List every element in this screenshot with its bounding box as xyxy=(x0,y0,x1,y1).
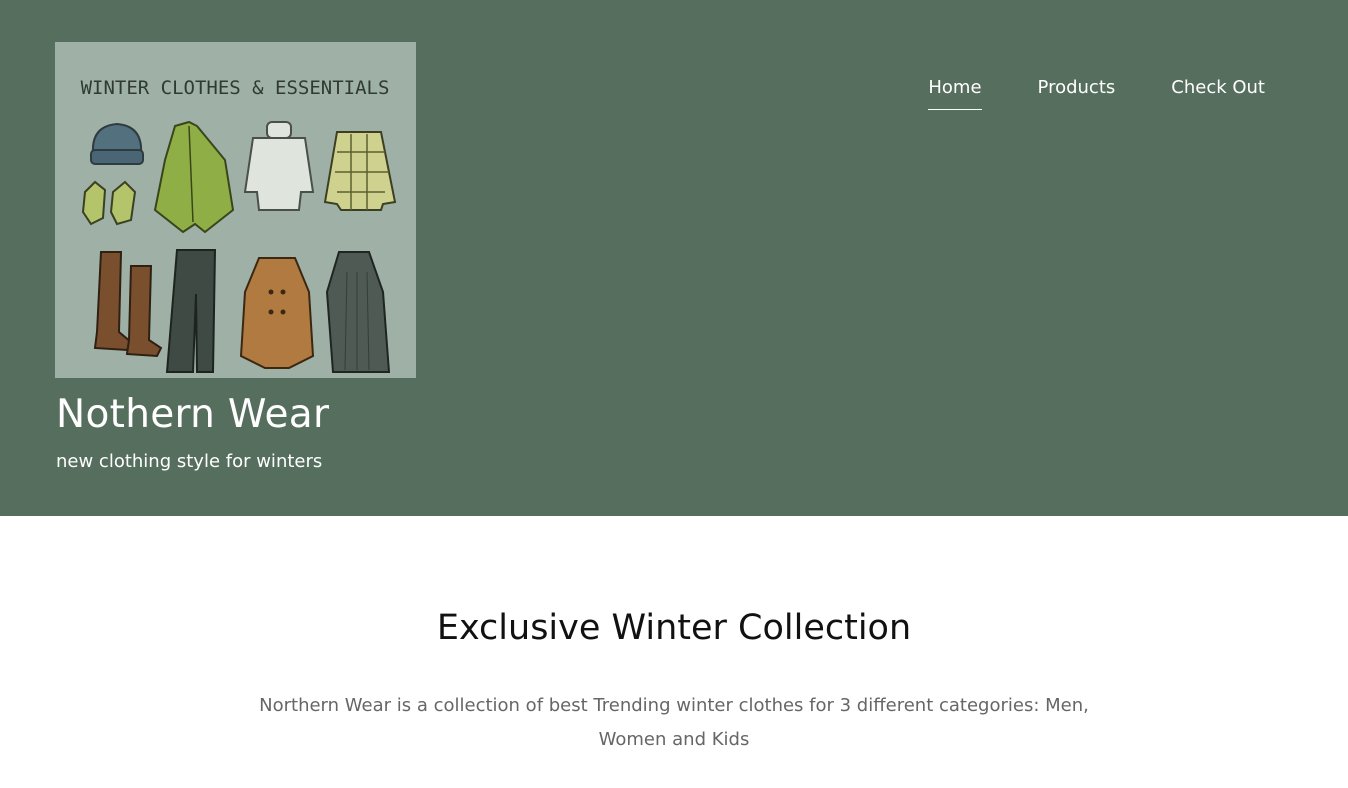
logo-image[interactable]: WINTER CLOTHES & ESSENTIALS xyxy=(55,42,416,378)
nav-products-link[interactable]: Products xyxy=(1038,77,1116,110)
site-header: WINTER CLOTHES & ESSENTIALS Nothern Wear… xyxy=(0,0,1348,516)
nav-home-link[interactable]: Home xyxy=(928,77,982,110)
collection-title: Exclusive Winter Collection xyxy=(436,608,912,648)
site-title: Nothern Wear xyxy=(56,392,330,437)
collection-description: Northern Wear is a collection of best Tr… xyxy=(259,695,1089,750)
coat-icon xyxy=(239,257,315,369)
site-tagline: new clothing style for winters xyxy=(56,451,323,472)
main-nav: Home Products Check Out xyxy=(928,77,1265,110)
nav-checkout-link[interactable]: Check Out xyxy=(1171,77,1265,110)
logo-caption: WINTER CLOTHES & ESSENTIALS xyxy=(81,77,390,99)
